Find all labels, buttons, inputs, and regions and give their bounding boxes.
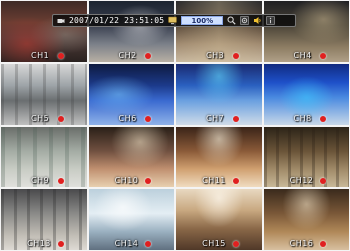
info-icon[interactable] xyxy=(266,16,276,25)
camera-label: CH2 xyxy=(118,50,137,60)
record-indicator xyxy=(145,115,152,122)
record-indicator xyxy=(145,178,152,185)
datetime-display: 2007/01/22 23:51:05 xyxy=(69,16,165,25)
camera-tile-ch14[interactable]: CH14 xyxy=(88,189,174,250)
camera-tile-ch13[interactable]: CH13 xyxy=(1,189,87,250)
camera-label: CH7 xyxy=(206,113,225,123)
record-indicator xyxy=(320,178,327,185)
gear-icon[interactable] xyxy=(240,16,250,25)
record-indicator xyxy=(232,115,239,122)
record-indicator xyxy=(320,115,327,122)
record-indicator xyxy=(232,178,239,185)
record-indicator xyxy=(320,52,327,59)
camera-tile-ch5[interactable]: CH5 xyxy=(1,63,87,125)
camera-label: CH4 xyxy=(293,50,312,60)
zoom-level[interactable]: 100% xyxy=(181,16,224,25)
monitor-icon[interactable] xyxy=(168,16,178,25)
camera-label: CH11 xyxy=(202,176,226,186)
camera-tile-ch7[interactable]: CH7 xyxy=(176,63,262,125)
camera-label: CH5 xyxy=(31,113,50,123)
camera-label: CH13 xyxy=(27,239,51,248)
camera-label: CH12 xyxy=(289,176,314,186)
record-indicator xyxy=(57,115,64,122)
record-indicator xyxy=(320,241,327,247)
camera-tile-ch4[interactable]: CH4 xyxy=(263,1,349,62)
camera-tile-ch1[interactable]: CH1 xyxy=(1,1,87,62)
camera-label: CH16 xyxy=(289,239,314,248)
camera-tile-ch8[interactable]: CH8 xyxy=(263,63,349,125)
camera-label: CH8 xyxy=(293,113,312,123)
camera-label: CH1 xyxy=(31,50,50,60)
camera-label: CH14 xyxy=(114,239,139,248)
camera-tile-ch6[interactable]: CH6 xyxy=(88,63,174,125)
record-indicator xyxy=(232,241,239,247)
camera-tile-ch3[interactable]: CH3 xyxy=(176,1,262,62)
camera-label: CH10 xyxy=(114,176,139,186)
status-bar: 2007/01/22 23:51:05 100% xyxy=(52,14,296,27)
camera-label: CH9 xyxy=(31,176,50,186)
camera-tile-ch12[interactable]: CH12 xyxy=(263,126,349,188)
camera-grid: CH1 CH2 CH3 CH4 CH5 CH6 CH7 CH8 CH9 CH10… xyxy=(0,0,350,251)
record-indicator xyxy=(145,241,152,247)
record-indicator xyxy=(145,52,152,59)
camera-tile-ch2[interactable]: CH2 xyxy=(88,1,174,62)
speaker-icon[interactable] xyxy=(253,16,262,25)
record-indicator xyxy=(57,178,64,185)
record-indicator xyxy=(57,241,64,247)
camera-tile-ch11[interactable]: CH11 xyxy=(176,126,262,188)
camera-icon xyxy=(56,16,65,25)
camera-label: CH3 xyxy=(206,50,225,60)
camera-label: CH6 xyxy=(118,113,137,123)
camera-tile-ch16[interactable]: CH16 xyxy=(263,189,349,250)
camera-tile-ch15[interactable]: CH15 xyxy=(176,189,262,250)
camera-label: CH15 xyxy=(202,239,226,248)
record-indicator xyxy=(57,52,64,59)
search-icon[interactable] xyxy=(227,16,236,25)
camera-tile-ch9[interactable]: CH9 xyxy=(1,126,87,188)
record-indicator xyxy=(232,52,239,59)
camera-tile-ch10[interactable]: CH10 xyxy=(88,126,174,188)
